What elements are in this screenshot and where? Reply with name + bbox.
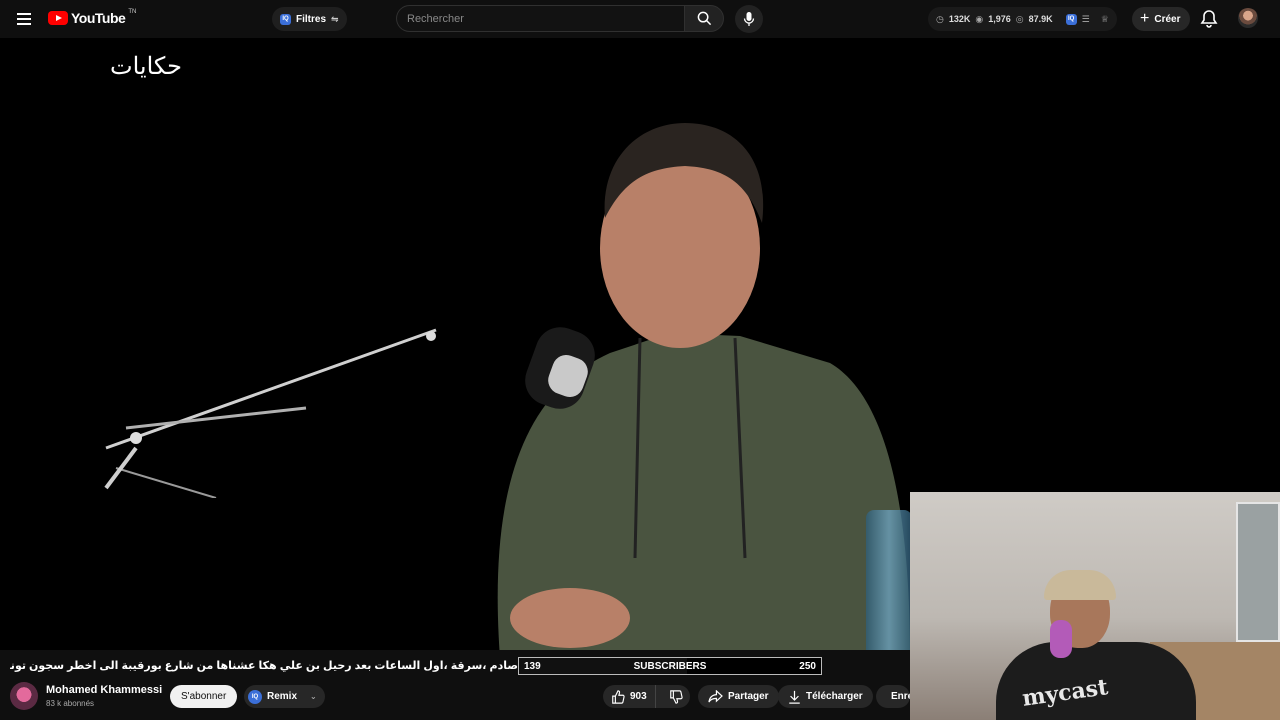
remix-button[interactable]: IQ Remix ⌄ bbox=[244, 685, 325, 708]
list-icon: ☰ bbox=[1081, 13, 1090, 24]
create-button[interactable]: + Créer bbox=[1132, 7, 1191, 31]
share-label: Partager bbox=[728, 691, 769, 702]
search-button[interactable] bbox=[684, 5, 724, 32]
create-label: Créer bbox=[1154, 13, 1181, 25]
filters-button[interactable]: IQ Filtres ⇋ bbox=[272, 7, 347, 31]
save-button[interactable]: Enregistrer bbox=[876, 685, 910, 708]
download-icon bbox=[789, 690, 800, 704]
microphone-arm-illustration bbox=[104, 328, 437, 498]
subscriber-label: SUBSCRIBERS bbox=[633, 660, 707, 672]
iq-badge-icon: IQ bbox=[248, 689, 262, 704]
water-bottle bbox=[866, 510, 912, 650]
plus-icon: + bbox=[1140, 10, 1150, 27]
guest-person-image bbox=[497, 123, 910, 650]
webcam-overlay: mycast bbox=[910, 492, 1280, 720]
filters-label: Filtres bbox=[296, 13, 327, 25]
top-bar: YouTube TN IQ Filtres ⇋ Rechercher ◷ 132… bbox=[0, 0, 1280, 38]
download-label: Télécharger bbox=[806, 691, 863, 702]
extension-stats[interactable]: ◷ 132K ◉ 1,976 ◎ 87.9K IQ ☰ ♕ bbox=[928, 7, 1117, 31]
streamer-cap bbox=[1044, 570, 1116, 600]
title-row: صادم ،سرقة ،اول الساعات بعد رحيل بن علي … bbox=[0, 657, 910, 677]
channel-avatar[interactable] bbox=[10, 682, 38, 710]
trophy-icon: ♕ bbox=[1100, 13, 1109, 24]
save-label: Enregistrer bbox=[891, 691, 910, 702]
like-count: 903 bbox=[630, 691, 647, 702]
subscriber-goal: 250 bbox=[799, 660, 816, 672]
channel-subscriber-count: 83 k abonnés bbox=[46, 699, 95, 708]
dislike-button[interactable] bbox=[661, 685, 691, 708]
youtube-play-icon bbox=[48, 11, 68, 25]
eye-icon: ◉ bbox=[975, 13, 984, 24]
stat-views: 132K bbox=[948, 14, 971, 24]
remix-label: Remix bbox=[267, 691, 298, 702]
like-dislike-group: 903 bbox=[603, 685, 690, 708]
subscribe-button[interactable]: S'abonner bbox=[170, 685, 238, 708]
download-button[interactable]: Télécharger bbox=[778, 685, 873, 708]
thumbs-up-icon bbox=[612, 689, 625, 704]
video-title: صادم ،سرقة ،اول الساعات بعد رحيل بن علي … bbox=[10, 660, 518, 672]
stat-watched: 1,976 bbox=[988, 14, 1011, 24]
notifications-bell-icon[interactable] bbox=[1200, 9, 1220, 29]
eye-outline-icon: ◎ bbox=[1015, 13, 1024, 24]
search-icon bbox=[697, 11, 711, 26]
voice-search-button[interactable] bbox=[735, 5, 763, 33]
account-avatar[interactable] bbox=[1238, 8, 1258, 28]
channel-watermark: حكايات bbox=[110, 52, 182, 80]
share-icon bbox=[708, 690, 723, 703]
video-actions-row: Mohamed Khammessi 83 k abonnés S'abonner… bbox=[0, 680, 910, 720]
clock-icon: ◷ bbox=[936, 13, 944, 24]
search-input[interactable]: Rechercher bbox=[396, 5, 684, 32]
iq-badge-icon: IQ bbox=[1065, 13, 1077, 25]
logo-text: YouTube bbox=[71, 10, 126, 26]
room-shelf bbox=[1236, 502, 1280, 642]
subscriber-goal-bar: 139 SUBSCRIBERS 250 bbox=[518, 657, 822, 675]
share-button[interactable]: Partager bbox=[698, 685, 779, 708]
subscriber-current: 139 bbox=[524, 660, 541, 672]
hamburger-menu-icon[interactable] bbox=[14, 9, 34, 29]
channel-name[interactable]: Mohamed Khammessi bbox=[46, 684, 162, 696]
streamer-microphone bbox=[1050, 620, 1072, 658]
search-placeholder: Rechercher bbox=[407, 12, 464, 25]
stat-seen: 87.9K bbox=[1028, 14, 1053, 24]
youtube-logo[interactable]: YouTube TN bbox=[48, 9, 137, 26]
thumbs-down-icon bbox=[669, 689, 683, 704]
chevron-down-icon: ⌄ bbox=[310, 692, 317, 701]
like-button[interactable]: 903 bbox=[603, 685, 656, 708]
iq-badge-icon: IQ bbox=[280, 13, 291, 25]
logo-country-code: TN bbox=[128, 9, 137, 15]
tune-icon: ⇋ bbox=[331, 13, 339, 24]
microphone-icon bbox=[743, 12, 755, 26]
